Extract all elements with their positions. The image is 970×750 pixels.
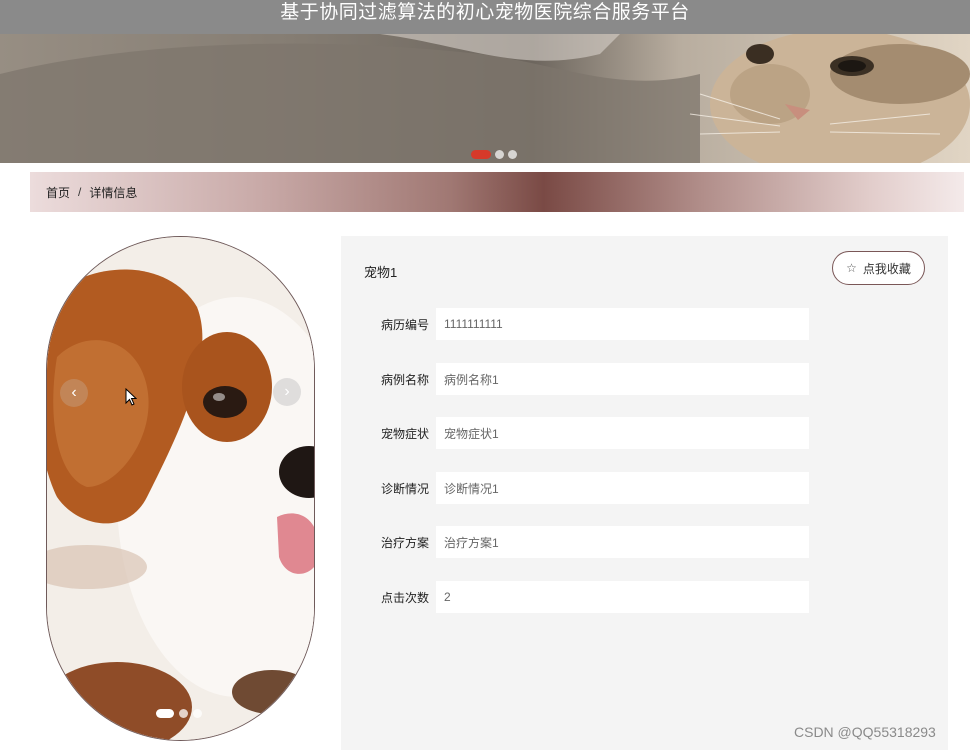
field-row-diagnosis: 诊断情况 诊断情况1 — [341, 472, 948, 504]
gallery-dot[interactable] — [193, 709, 202, 718]
field-label: 诊断情况 — [380, 482, 429, 496]
banner-dot-active[interactable] — [471, 150, 491, 159]
field-value-click-count[interactable]: 2 — [436, 581, 809, 613]
favorite-button-label: 点我收藏 — [862, 261, 911, 276]
gallery-prev-button[interactable]: ‹ — [60, 379, 88, 407]
puppy-photo — [47, 237, 314, 740]
favorite-button[interactable]: ☆ 点我收藏 — [832, 251, 925, 285]
banner-dot[interactable] — [495, 150, 504, 159]
field-row-treatment: 治疗方案 治疗方案1 — [341, 526, 948, 558]
mouse-cursor-icon — [125, 387, 138, 411]
breadcrumb: 首页 / 详情信息 — [30, 172, 964, 212]
field-value-case-name[interactable]: 病例名称1 — [436, 363, 809, 395]
site-title: 基于协同过滤算法的初心宠物医院综合服务平台 — [280, 1, 690, 23]
banner-pagination — [471, 150, 517, 159]
image-gallery[interactable] — [46, 236, 315, 741]
field-value-record-no[interactable]: 1111111111 — [436, 308, 809, 340]
gallery-next-button[interactable]: › — [273, 378, 301, 406]
breadcrumb-home-link[interactable]: 首页 — [46, 184, 70, 201]
banner-dot[interactable] — [508, 150, 517, 159]
cat-photo — [0, 34, 970, 163]
field-value-diagnosis[interactable]: 诊断情况1 — [436, 472, 809, 504]
field-label: 治疗方案 — [380, 536, 429, 550]
field-row-record-no: 病历编号 1111111111 — [341, 308, 948, 340]
field-label: 病历编号 — [380, 318, 429, 332]
detail-panel: 宠物1 ☆ 点我收藏 病历编号 1111111111 病例名称 病例名称1 宠物… — [341, 236, 948, 750]
gallery-pagination — [156, 709, 202, 718]
field-row-click-count: 点击次数 2 — [341, 581, 948, 613]
site-header: 基于协同过滤算法的初心宠物医院综合服务平台 — [0, 0, 970, 34]
pet-title: 宠物1 — [364, 265, 398, 280]
field-row-case-name: 病例名称 病例名称1 — [341, 363, 948, 395]
field-row-symptoms: 宠物症状 宠物症状1 — [341, 417, 948, 449]
breadcrumb-current: 详情信息 — [89, 185, 138, 200]
field-label: 点击次数 — [380, 591, 429, 605]
field-value-treatment[interactable]: 治疗方案1 — [436, 526, 809, 558]
field-label: 宠物症状 — [380, 427, 429, 441]
chevron-right-icon: › — [284, 383, 290, 400]
gallery-dot-active[interactable] — [156, 709, 174, 718]
gallery-dot[interactable] — [179, 709, 188, 718]
watermark: CSDN @QQ55318293 — [794, 724, 936, 740]
field-value-symptoms[interactable]: 宠物症状1 — [436, 417, 809, 449]
field-label: 病例名称 — [380, 373, 429, 387]
chevron-left-icon: ‹ — [71, 384, 77, 401]
star-icon: ☆ — [846, 261, 857, 275]
breadcrumb-separator: / — [78, 185, 82, 199]
banner-carousel[interactable] — [0, 34, 970, 163]
